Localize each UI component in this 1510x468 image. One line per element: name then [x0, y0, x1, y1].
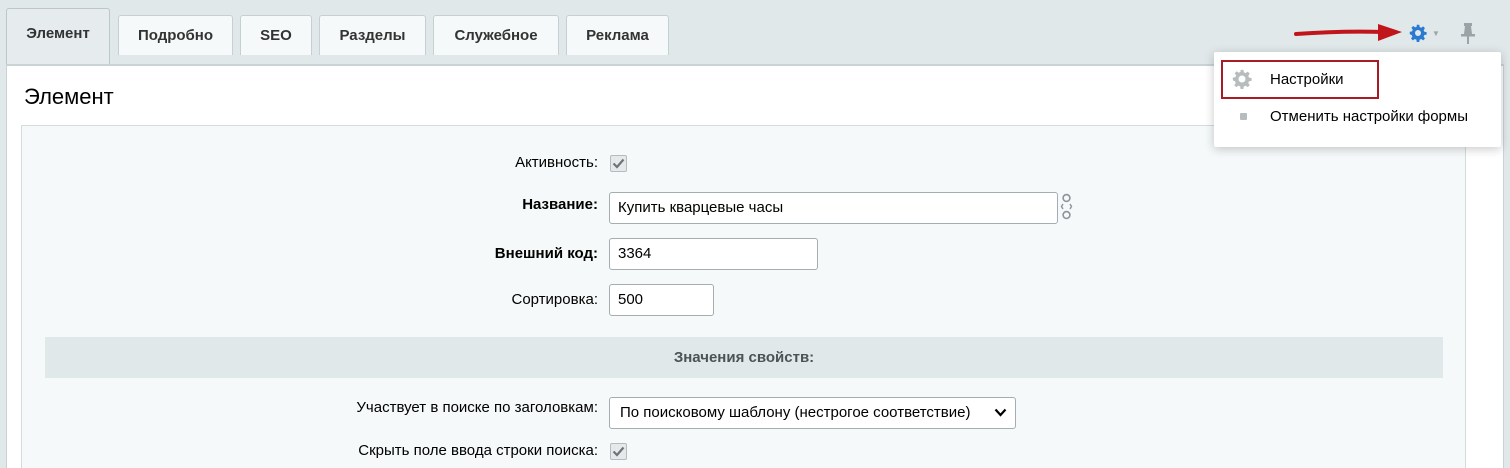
name-input[interactable]: Купить кварцевые часы — [609, 192, 1058, 224]
properties-header: Значения свойств: — [45, 337, 1443, 378]
hide-search-field-label: Скрыть поле ввода строки поиска: — [358, 442, 598, 459]
hide-search-field-checkbox[interactable] — [610, 443, 627, 460]
annotation-arrow-icon — [1294, 24, 1402, 41]
menu-item-reset-label: Отменить настройки формы — [1270, 107, 1468, 125]
active-checkbox[interactable] — [610, 155, 627, 172]
pin-icon[interactable] — [1459, 21, 1477, 45]
gear-icon — [1409, 24, 1427, 42]
search-by-titles-value: По поисковому шаблону (нестрогое соответ… — [620, 404, 971, 421]
search-by-titles-label: Участвует в поиске по заголовкам: — [356, 399, 598, 416]
annotation-highlight-box — [1221, 60, 1379, 99]
search-by-titles-select[interactable]: По поисковому шаблону (нестрогое соответ… — [609, 397, 1016, 429]
bullet-icon — [1240, 112, 1247, 120]
sort-label: Сортировка: — [511, 291, 599, 308]
checkmark-icon — [612, 446, 625, 457]
tab-element[interactable]: Элемент — [6, 8, 110, 64]
checkmark-icon — [612, 158, 625, 169]
tab-seo[interactable]: SEO — [240, 15, 312, 55]
chevron-down-icon — [994, 408, 1007, 417]
tab-service[interactable]: Служебное — [433, 15, 559, 55]
tab-sections[interactable]: Разделы — [319, 15, 426, 55]
external-code-input[interactable]: 3364 — [609, 238, 818, 270]
chevron-down-icon: ▼ — [1432, 28, 1440, 38]
name-label: Название: — [522, 196, 598, 213]
tab-advertising[interactable]: Реклама — [566, 15, 669, 55]
external-code-label: Внешний код: — [494, 245, 598, 262]
form-settings-button[interactable]: ▼ — [1409, 22, 1443, 44]
active-label: Активность: — [515, 154, 598, 171]
link-icon[interactable] — [1060, 193, 1073, 220]
page-title: Элемент — [24, 84, 114, 109]
settings-dropdown-menu: Настройки Отменить настройки формы — [1214, 52, 1501, 147]
sort-input[interactable]: 500 — [609, 284, 714, 316]
menu-item-reset-form-settings[interactable]: Отменить настройки формы — [1214, 98, 1501, 134]
tab-details[interactable]: Подробно — [118, 15, 233, 55]
